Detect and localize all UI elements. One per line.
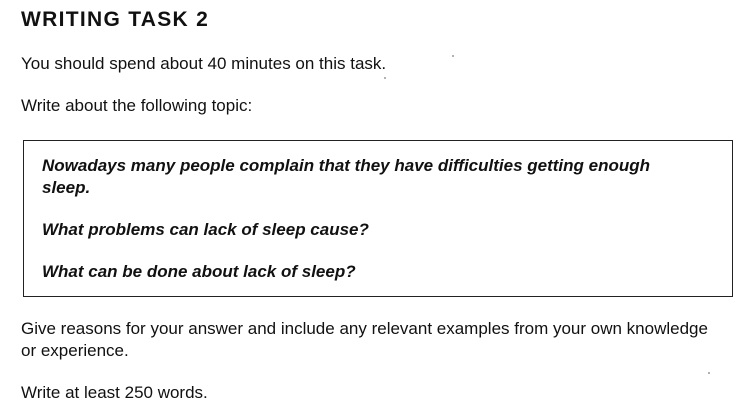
page-title: WRITING TASK 2 (21, 8, 210, 31)
scan-speck (452, 55, 454, 57)
reasons-instruction: Give reasons for your answer and include… (21, 319, 708, 360)
prompt-statement: Nowadays many people complain that they … (42, 156, 651, 197)
time-instruction: You should spend about 40 minutes on thi… (21, 54, 387, 73)
scan-speck (384, 77, 386, 79)
prompt-question-2: What can be done about lack of sleep? (42, 262, 356, 281)
writing-task-page: WRITING TASK 2 You should spend about 40… (0, 0, 750, 418)
task-prompt-box: Nowadays many people complain that they … (23, 140, 733, 297)
topic-intro: Write about the following topic: (21, 96, 253, 115)
word-count-instruction: Write at least 250 words. (21, 383, 208, 402)
prompt-question-1: What problems can lack of sleep cause? (42, 220, 369, 239)
scan-speck (708, 372, 710, 374)
